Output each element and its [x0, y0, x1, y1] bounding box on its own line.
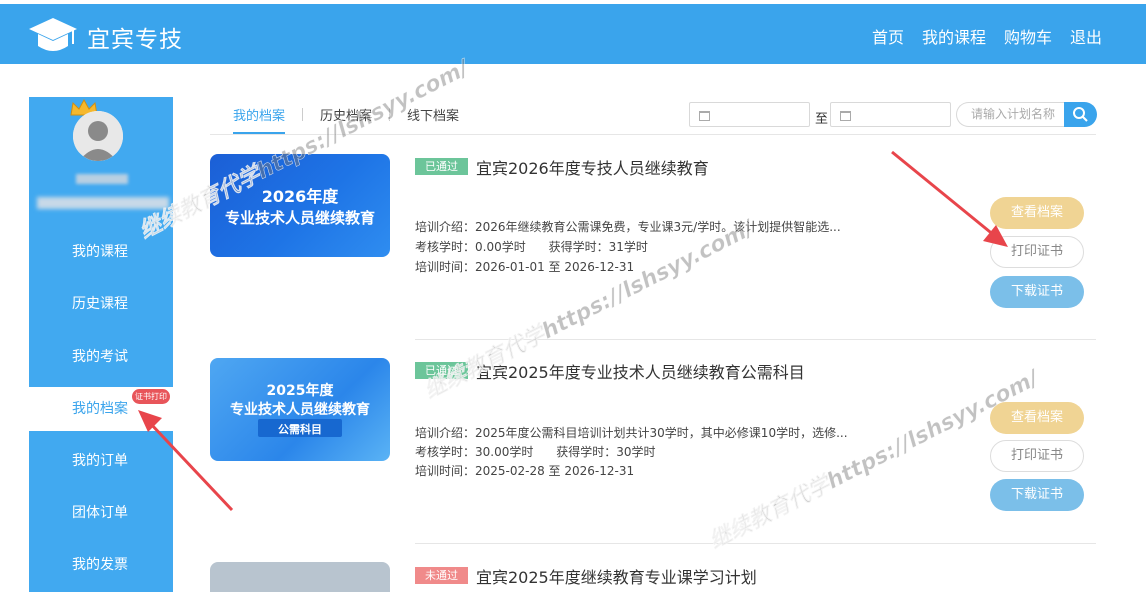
search-button[interactable] [1064, 102, 1097, 127]
view-record-button[interactable]: 查看档案 [990, 402, 1084, 434]
cert-print-badge: 证书打印 [132, 389, 170, 404]
avatar[interactable] [73, 111, 123, 161]
download-certificate-button[interactable]: 下载证书 [990, 276, 1084, 308]
view-record-button[interactable]: 查看档案 [990, 197, 1084, 229]
record-thumbnail[interactable]: 2025年度 专业技术人员继续教育 公需科目 [210, 358, 390, 461]
nav-logout[interactable]: 退出 [1070, 24, 1102, 48]
sidebar-item-my-exams[interactable]: 我的考试 [29, 335, 173, 379]
sidebar-item-my-orders[interactable]: 我的订单 [29, 439, 173, 483]
status-badge: 未通过 [415, 567, 468, 584]
tab-offline-records[interactable]: 线下档案 [407, 105, 459, 124]
search-input[interactable]: 请输入计划名称 [956, 102, 1066, 127]
user-avatar-icon [73, 111, 123, 161]
record-intro: 培训介绍：2025年度公需科目培训计划共计30学时，其中必修课10学时，选修..… [415, 426, 848, 440]
record-title[interactable]: 宜宾2025年度专业技术人员继续教育公需科目 [476, 359, 805, 383]
status-badge: 已通过 [415, 362, 468, 379]
thumb-tag: 公需科目 [278, 423, 322, 436]
record-divider [415, 543, 1096, 544]
sidebar-item-group-orders[interactable]: 团体订单 [29, 491, 173, 535]
record-time: 培训时间：2025-02-28 至 2026-12-31 [415, 464, 635, 478]
record-hours: 考核学时：0.00学时 获得学时：31学时 [415, 240, 648, 254]
tab-history-records[interactable]: 历史档案 [320, 105, 372, 124]
record-time: 培训时间：2026-01-01 至 2026-12-31 [415, 260, 635, 274]
record-title[interactable]: 宜宾2026年度专技人员继续教育 [476, 155, 709, 179]
user-info-redacted [37, 197, 169, 209]
sidebar-item-history-courses[interactable]: 历史课程 [29, 282, 173, 326]
nav-my-courses[interactable]: 我的课程 [922, 24, 986, 48]
brand-name: 宜宾专技 [87, 27, 183, 53]
graduation-cap-icon [29, 18, 77, 51]
nav-home[interactable]: 首页 [872, 24, 904, 48]
username-redacted [76, 174, 128, 184]
nav-cart[interactable]: 购物车 [1004, 24, 1052, 48]
download-certificate-button[interactable]: 下载证书 [990, 479, 1084, 511]
arrow-to-print-icon [891, 150, 996, 238]
sidebar-item-my-invoices[interactable]: 我的发票 [29, 543, 173, 587]
record-thumbnail[interactable] [210, 562, 390, 592]
calendar-icon [699, 111, 710, 121]
record-divider [415, 339, 1096, 340]
tab-my-records[interactable]: 我的档案 [233, 105, 285, 124]
sidebar: 我的课程 历史课程 我的考试 我的档案 证书打印 我的订单 团体订单 我的发票 [29, 97, 173, 592]
top-nav: 首页 我的课程 购物车 退出 [872, 24, 1102, 48]
start-date-input[interactable] [689, 102, 810, 127]
record-title[interactable]: 宜宾2025年度继续教育专业课学习计划 [476, 564, 757, 588]
print-certificate-button[interactable]: 打印证书 [990, 236, 1084, 268]
date-range-separator: 至 [815, 112, 829, 127]
tabs-divider [210, 134, 1096, 135]
search-icon [1073, 107, 1088, 122]
end-date-input[interactable] [830, 102, 951, 127]
record-intro: 培训介绍：2026年继续教育公需课免费，专业课3元/学时。该计划提供智能选... [415, 220, 841, 234]
thumb-year: 2026年度 [261, 187, 339, 206]
print-certificate-button[interactable]: 打印证书 [990, 440, 1084, 472]
thumb-year: 2025年度 [266, 383, 334, 399]
thumb-subtitle: 专业技术人员继续教育 [230, 402, 370, 418]
top-bar: 宜宾专技 首页 我的课程 购物车 退出 [0, 4, 1146, 64]
status-badge: 已通过 [415, 158, 468, 175]
tab-divider [389, 108, 391, 121]
record-tabs: 我的档案 历史档案 线下档案 [233, 105, 459, 124]
record-hours: 考核学时：30.00学时 获得学时：30学时 [415, 445, 656, 459]
calendar-icon [840, 111, 851, 121]
thumb-subtitle: 专业技术人员继续教育 [224, 209, 375, 227]
record-thumbnail[interactable]: 2026年度 专业技术人员继续教育 [210, 154, 390, 257]
tab-divider [302, 108, 304, 121]
sidebar-item-my-courses[interactable]: 我的课程 [29, 230, 173, 274]
